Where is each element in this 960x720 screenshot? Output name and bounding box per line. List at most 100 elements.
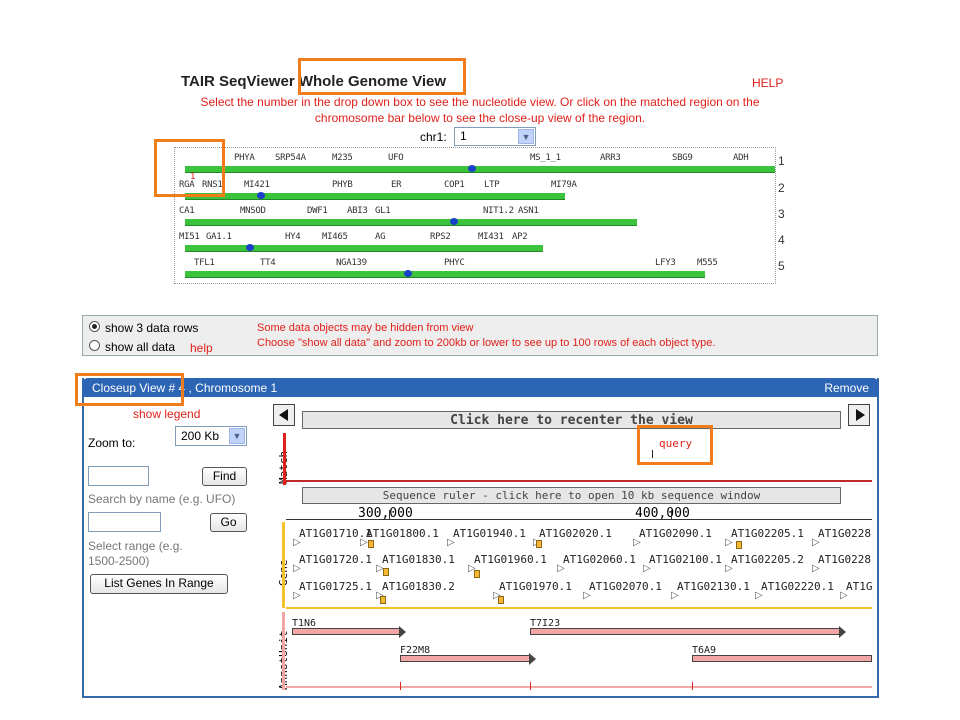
marker-label[interactable]: LTP (484, 180, 500, 190)
gene-label[interactable]: AT1G02060.1 (563, 553, 636, 566)
marker-label[interactable]: RPS2 (430, 232, 451, 242)
chromosome-bar[interactable] (185, 219, 637, 226)
gene-label[interactable]: AT1G02205.2 (731, 553, 804, 566)
gene-glyph-icon[interactable]: ▷ (360, 537, 368, 548)
go-button[interactable]: Go (210, 513, 247, 532)
marker-label[interactable]: TT4 (260, 258, 276, 268)
marker-label[interactable]: ARR3 (600, 153, 621, 163)
gene-label[interactable]: AT1G02130.1 (677, 580, 750, 593)
marker-label[interactable]: LFY3 (655, 258, 676, 268)
gene-glyph-icon[interactable]: ▷ (293, 590, 301, 601)
marker-label[interactable]: COP1 (444, 180, 465, 190)
annot-t7i23[interactable] (530, 628, 840, 635)
annot-f22m8[interactable] (400, 655, 530, 662)
marker-label[interactable]: DWF1 (307, 206, 328, 216)
chromosome-bar[interactable] (185, 193, 565, 200)
radio-show-3-rows-label[interactable]: show 3 data rows (105, 321, 198, 335)
radio-show-3-rows[interactable] (89, 321, 100, 332)
marker-label[interactable]: ER (391, 180, 402, 190)
gene-glyph-icon[interactable]: ▷ (812, 537, 820, 548)
marker-label[interactable]: PHYA (234, 153, 255, 163)
marker-label[interactable]: MI465 (322, 232, 348, 242)
marker-label[interactable]: PHYB (332, 180, 353, 190)
gene-label[interactable]: AT1G01720.1 (299, 553, 372, 566)
marker-label[interactable]: ABI3 (347, 206, 368, 216)
scroll-right-button[interactable] (848, 404, 870, 426)
gene-glyph-icon[interactable]: ▷ (755, 590, 763, 601)
marker-label[interactable]: NGA139 (336, 258, 367, 268)
range-input[interactable] (88, 512, 161, 532)
gene-glyph-icon[interactable]: ▷ (293, 563, 301, 574)
marker-label[interactable]: HY4 (285, 232, 301, 242)
gene-label[interactable]: AT1G02220.1 (761, 580, 834, 593)
gene-glyph-icon[interactable]: ▷ (812, 563, 820, 574)
list-genes-button[interactable]: List Genes In Range (90, 574, 228, 594)
gene-glyph-icon[interactable]: ▷ (725, 537, 733, 548)
marker-label[interactable]: ASN1 (518, 206, 539, 216)
marker-label[interactable]: NIT1.2 (483, 206, 514, 216)
gene-label[interactable]: AT1G01800.1 (366, 527, 439, 540)
gene-label[interactable]: AT1G01830.1 (382, 553, 455, 566)
marker-label[interactable]: SRP54A (275, 153, 306, 163)
gene-label[interactable]: AT1G02020.1 (539, 527, 612, 540)
options-help-link[interactable]: help (190, 341, 213, 355)
radio-show-all-label[interactable]: show all data (105, 340, 175, 354)
marker-label[interactable]: UFO (388, 153, 404, 163)
zoom-select[interactable]: 200 Kb ▼ (175, 426, 247, 446)
help-link[interactable]: HELP (752, 76, 783, 90)
gene-glyph-icon[interactable]: ▷ (643, 563, 651, 574)
marker-label[interactable]: TFL1 (194, 258, 215, 268)
marker-label[interactable]: CA1 (179, 206, 195, 216)
gene-glyph-icon[interactable]: ▷ (293, 537, 301, 548)
marker-label[interactable]: MI51 (179, 232, 200, 242)
chromosome-bar[interactable] (185, 245, 543, 252)
marker-label[interactable]: GA1.1 (206, 232, 232, 242)
marker-label[interactable]: AG (375, 232, 386, 242)
chromosome-bar[interactable] (185, 271, 705, 278)
gene-glyph-icon[interactable]: ▷ (583, 590, 591, 601)
marker-label[interactable]: ADH (733, 153, 749, 163)
marker-label[interactable]: AP2 (512, 232, 528, 242)
gene-label[interactable]: AT1G0228 (818, 553, 871, 566)
find-button[interactable]: Find (202, 467, 247, 486)
marker-label[interactable]: M555 (697, 258, 718, 268)
search-input[interactable] (88, 466, 149, 486)
gene-label[interactable]: AT1G02205.1 (731, 527, 804, 540)
annot-t1n6[interactable] (292, 628, 400, 635)
gene-label[interactable]: AT1G01970.1 (499, 580, 572, 593)
gene-glyph-icon[interactable]: ▷ (725, 563, 733, 574)
gene-label[interactable]: AT1G01725.1 (299, 580, 372, 593)
gene-label[interactable]: AT1G01940.1 (453, 527, 526, 540)
marker-label[interactable]: SBG9 (672, 153, 693, 163)
remove-link[interactable]: Remove (824, 381, 869, 395)
marker-label[interactable]: M235 (332, 153, 353, 163)
scroll-left-button[interactable] (273, 404, 295, 426)
gene-glyph-icon[interactable]: ▷ (633, 537, 641, 548)
marker-label[interactable]: PHYC (444, 258, 465, 268)
marker-label[interactable]: MS_1_1 (530, 153, 561, 163)
gene-label[interactable]: AT1G0228 (818, 527, 871, 540)
chromosome-select[interactable]: 1 ▼ (454, 127, 536, 146)
gene-label[interactable]: AT1G01960.1 (474, 553, 547, 566)
marker-label[interactable]: GL1 (375, 206, 391, 216)
annot-t6a9[interactable] (692, 655, 872, 662)
gene-glyph-icon[interactable]: ▷ (447, 537, 455, 548)
gene-glyph-icon[interactable]: ▷ (840, 590, 848, 601)
radio-show-all[interactable] (89, 340, 100, 351)
gene-label[interactable]: AT1G01830.2 (382, 580, 455, 593)
gene-glyph-icon[interactable]: ▷ (557, 563, 565, 574)
sequence-ruler[interactable]: Sequence ruler - click here to open 10 k… (302, 487, 841, 504)
marker-label[interactable]: MI431 (478, 232, 504, 242)
recenter-bar[interactable]: Click here to recenter the view (302, 411, 841, 429)
gene-label[interactable]: AT1G02100.1 (649, 553, 722, 566)
gene-glyph-icon[interactable]: ▷ (671, 590, 679, 601)
marker-label[interactable]: MNSOD (240, 206, 266, 216)
chromosome-bar[interactable] (185, 166, 775, 173)
gene-label[interactable]: AT1G (846, 580, 872, 593)
show-legend-link[interactable]: show legend (133, 407, 200, 421)
gene-label[interactable]: AT1G02070.1 (589, 580, 662, 593)
marker-label[interactable]: MI421 (244, 180, 270, 190)
annot-tick (400, 682, 401, 690)
gene-label[interactable]: AT1G02090.1 (639, 527, 712, 540)
marker-label[interactable]: MI79A (551, 180, 577, 190)
